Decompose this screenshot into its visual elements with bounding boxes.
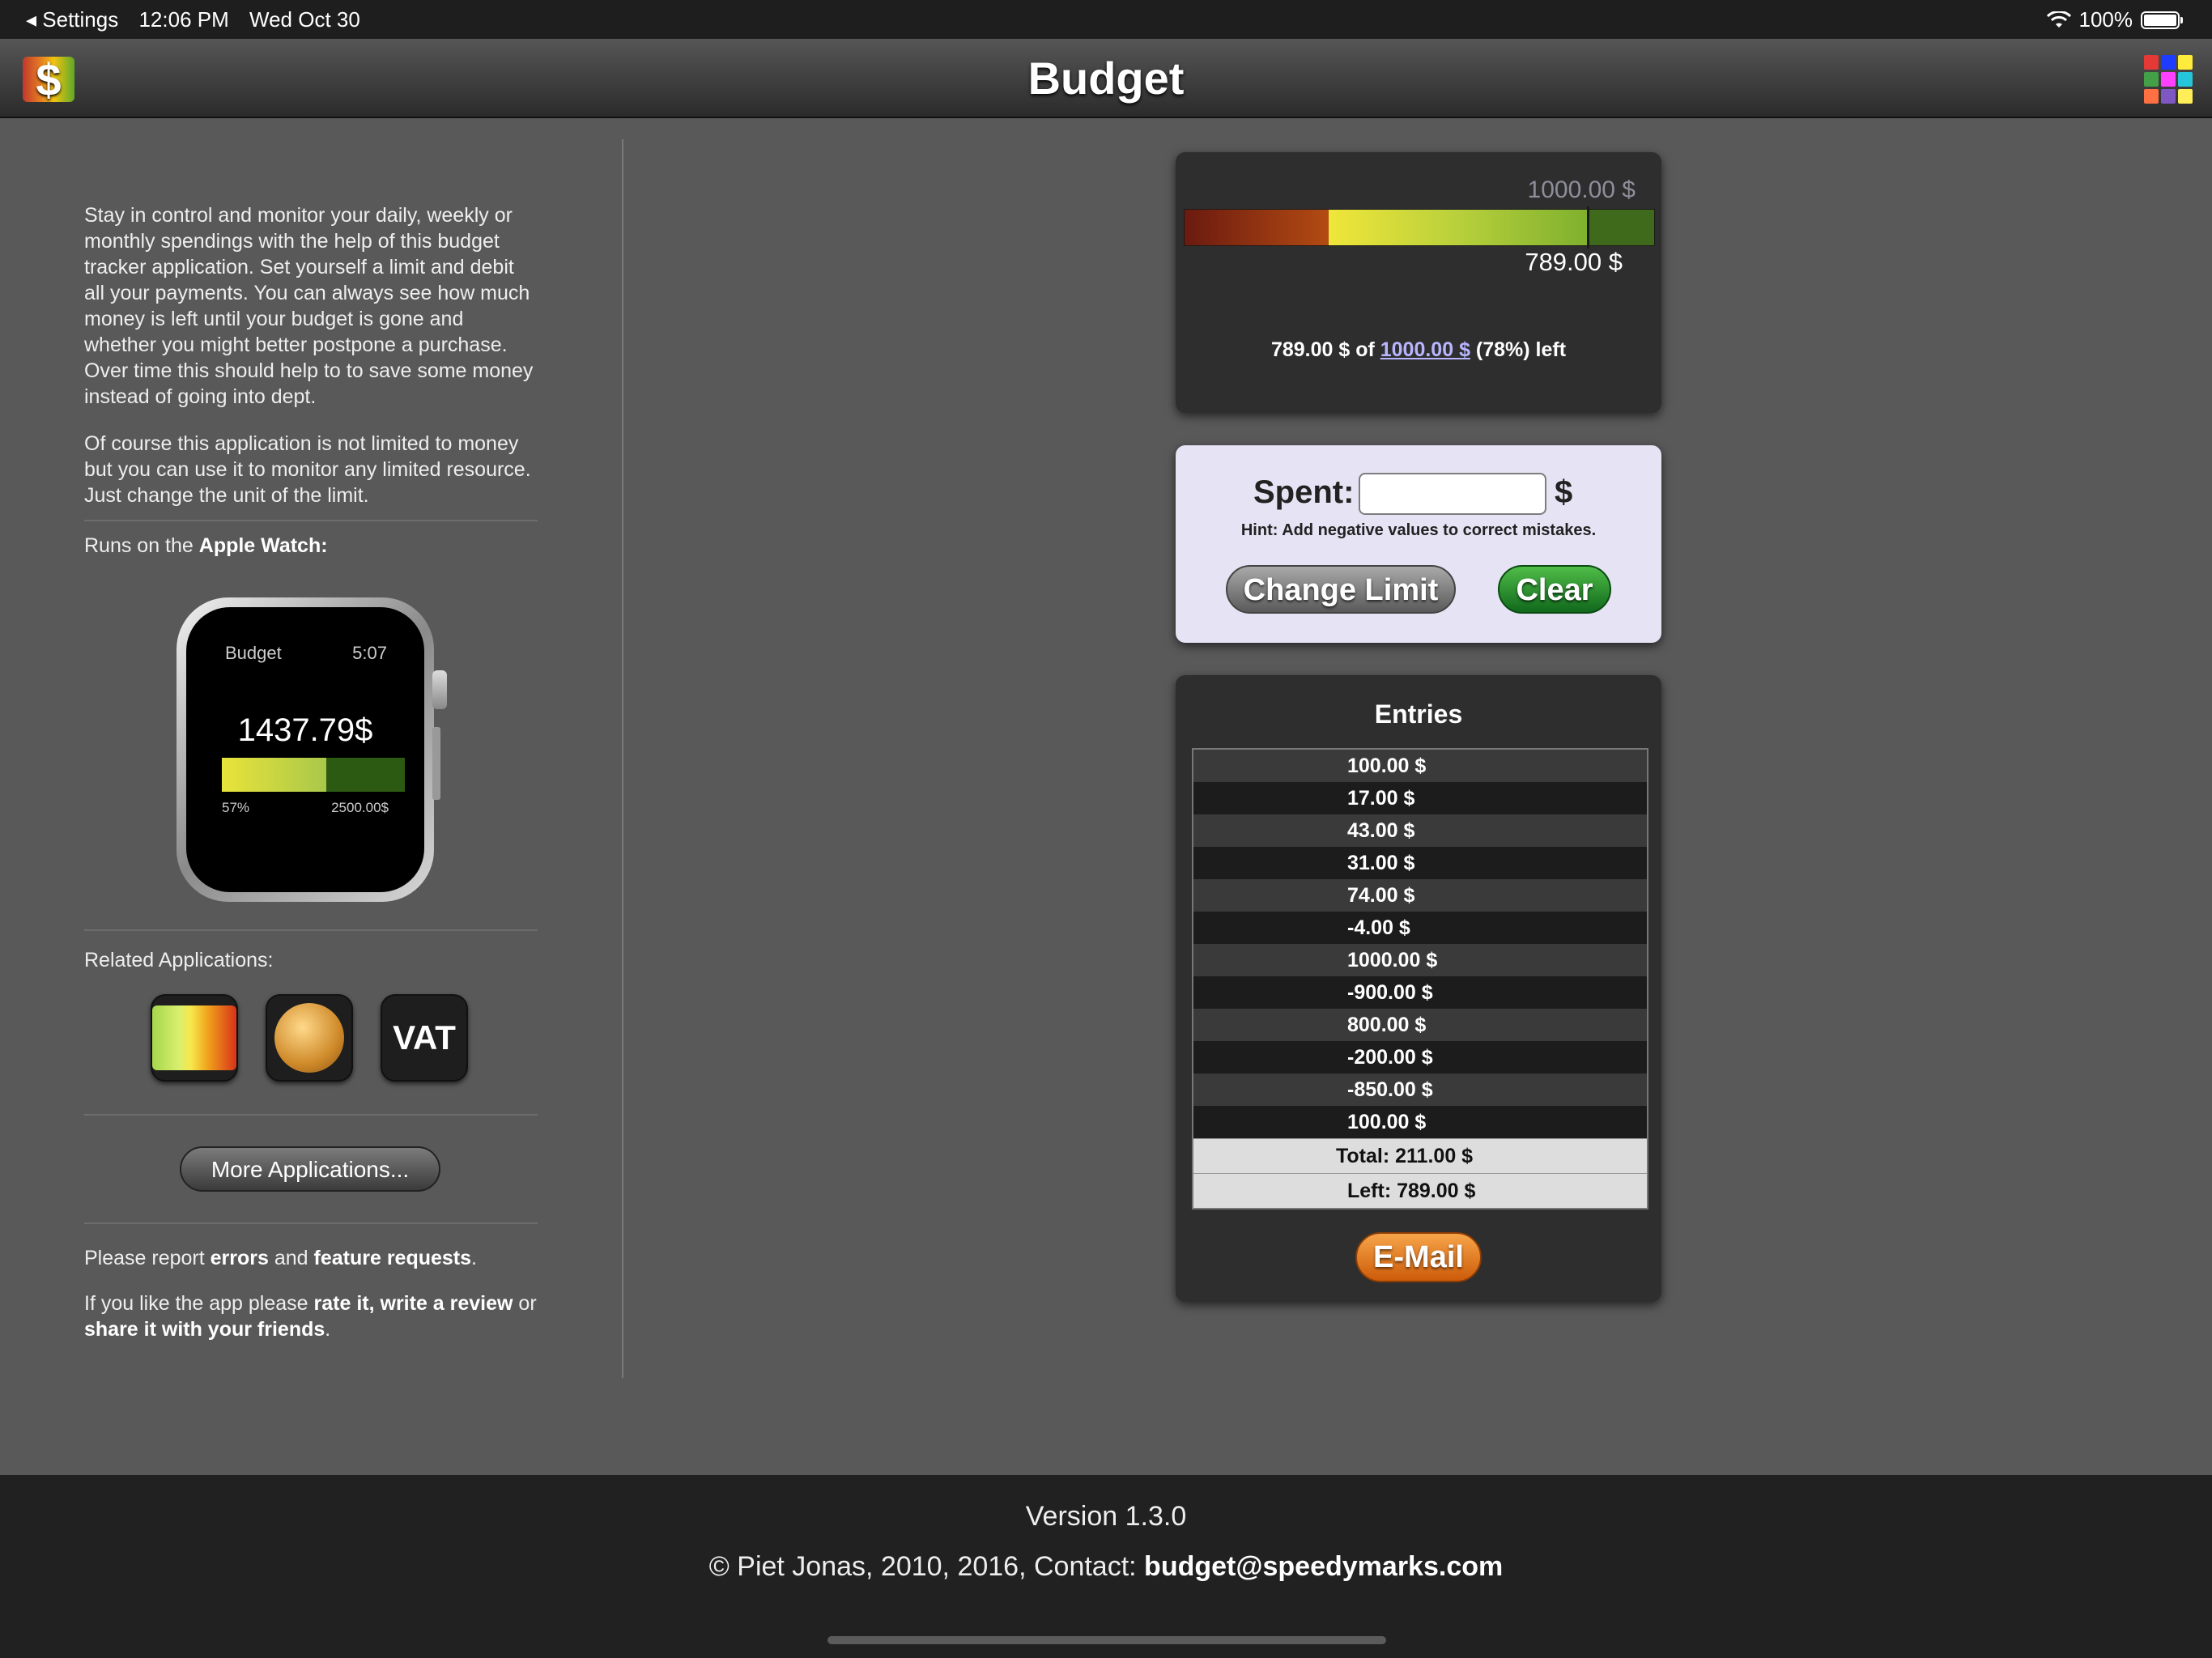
report-text: Please report errors and feature request…	[84, 1247, 477, 1269]
limit-link[interactable]: 1000.00 $	[1380, 338, 1470, 361]
watch-crown	[432, 670, 447, 709]
copyright-text: © Piet Jonas, 2010, 2016, Contact: budge…	[708, 1551, 1504, 1582]
watch-time: 5:07	[352, 643, 387, 663]
divider	[84, 520, 538, 521]
related-label: Related Applications:	[84, 949, 274, 971]
entry-row[interactable]: 100.00 $	[1193, 1106, 1647, 1138]
gauge-marker	[1587, 206, 1589, 249]
battery-percent: 100%	[2078, 7, 2133, 32]
footer: Version 1.3.0 © Piet Jonas, 2010, 2016, …	[0, 1475, 2212, 1658]
spent-hint: Hint: Add negative values to correct mis…	[1240, 521, 1597, 539]
more-applications-button[interactable]: More Applications...	[180, 1146, 440, 1192]
budget-gauge-panel: 1000.00 $ 789.00 $ 789.00 $ of 1000.00 $…	[1176, 152, 1661, 413]
sidebar-divider	[622, 139, 623, 1378]
entries-left: Left: 789.00 $	[1193, 1173, 1647, 1208]
watch-app-title: Budget	[225, 643, 282, 663]
entries-panel: Entries 100.00 $17.00 $43.00 $31.00 $74.…	[1176, 675, 1661, 1302]
coin-icon	[274, 1003, 344, 1073]
watch-limit: 2500.00$	[331, 800, 389, 815]
feature-requests-link[interactable]: feature requests	[314, 1247, 472, 1269]
status-bar: ◂ Settings 12:06 PM Wed Oct 30 100%	[0, 0, 2212, 39]
app-grid-icon[interactable]	[2144, 55, 2193, 104]
navigation-bar: $ Budget	[0, 39, 2212, 118]
page-title: Budget	[1027, 53, 1185, 104]
entry-row[interactable]: 100.00 $	[1193, 750, 1647, 782]
spent-input[interactable]	[1359, 473, 1546, 515]
divider	[84, 929, 538, 931]
remaining-value: 789.00 $	[1525, 248, 1623, 276]
entries-table: 100.00 $17.00 $43.00 $31.00 $74.00 $ -4.0…	[1192, 748, 1648, 1209]
related-apps: VAT	[151, 994, 468, 1082]
email-button[interactable]: E-Mail	[1355, 1232, 1482, 1282]
intro-text-2: Of course this application is not limite…	[84, 432, 531, 507]
change-limit-button[interactable]: Change Limit	[1226, 565, 1456, 614]
share-link[interactable]: share it with your friends	[84, 1318, 325, 1341]
version-text: Version 1.3.0	[1025, 1501, 1187, 1532]
status-time: 12:06 PM	[138, 7, 229, 32]
intro-text: Stay in control and monitor your daily, …	[84, 204, 534, 408]
entry-row[interactable]: 1000.00 $	[1193, 944, 1647, 976]
divider	[84, 1114, 538, 1116]
rate-text: If you like the app please rate it, writ…	[84, 1292, 537, 1341]
entry-row[interactable]: -200.00 $	[1193, 1041, 1647, 1073]
budget-summary: 789.00 $ of 1000.00 $ (78%) left	[1270, 338, 1567, 361]
clear-button[interactable]: Clear	[1498, 565, 1611, 614]
budget-gauge	[1184, 206, 1655, 249]
apple-watch-preview: Budget 5:07 1437.79$ 57% 2500.00$	[177, 597, 447, 902]
entry-row[interactable]: 74.00 $	[1193, 879, 1647, 912]
watch-progress-fill	[222, 758, 326, 792]
watch-percent: 57%	[222, 800, 250, 815]
watch-value: 1437.79$	[237, 712, 373, 748]
errors-link[interactable]: errors	[211, 1247, 269, 1269]
vat-icon: VAT	[393, 1018, 456, 1056]
related-app-gold-coin[interactable]	[266, 994, 353, 1082]
entry-row[interactable]: -4.00 $	[1193, 912, 1647, 944]
entry-row[interactable]: 43.00 $	[1193, 814, 1647, 847]
divider	[84, 1222, 538, 1224]
watch-progress-bar	[222, 758, 405, 792]
wifi-icon	[2046, 11, 2071, 28]
watch-screen: Budget 5:07 1437.79$ 57% 2500.00$	[186, 607, 424, 892]
battery-icon	[2141, 11, 2183, 29]
home-indicator[interactable]	[827, 1636, 1386, 1644]
related-section: Related Applications:	[84, 929, 538, 972]
spent-panel: Spent: $ Hint: Add negative values to co…	[1176, 445, 1661, 643]
entry-row[interactable]: 17.00 $	[1193, 782, 1647, 814]
related-app-vat[interactable]: VAT	[381, 994, 468, 1082]
rate-review-link[interactable]: rate it, write a review	[314, 1292, 513, 1315]
entries-title: Entries	[1374, 699, 1463, 729]
spent-unit: $	[1555, 474, 1573, 510]
runs-on-label: Runs on the Apple Watch:	[84, 534, 328, 557]
entry-row[interactable]: -850.00 $	[1193, 1073, 1647, 1106]
feedback-section: Please report errors and feature request…	[84, 1245, 554, 1342]
entry-row[interactable]: 800.00 $	[1193, 1009, 1647, 1041]
entry-row[interactable]: -900.00 $	[1193, 976, 1647, 1009]
watch-side-button	[432, 727, 440, 800]
spent-label: Spent:	[1253, 474, 1355, 510]
contact-email-link[interactable]: budget@speedymarks.com	[1144, 1551, 1503, 1582]
sidebar: Stay in control and monitor your daily, …	[84, 202, 538, 580]
back-to-settings-link[interactable]: ◂ Settings	[26, 7, 118, 32]
bars-icon	[152, 1005, 236, 1070]
entry-row[interactable]: 31.00 $	[1193, 847, 1647, 879]
status-date: Wed Oct 30	[249, 7, 360, 32]
entries-total: Total: 211.00 $	[1193, 1138, 1647, 1173]
related-app-budget-bars[interactable]	[151, 994, 238, 1082]
limit-value: 1000.00 $	[1527, 176, 1636, 203]
